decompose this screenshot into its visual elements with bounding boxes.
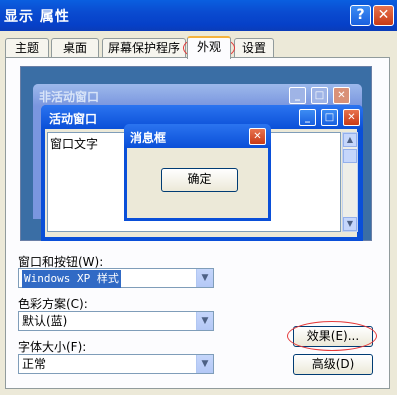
font-size-select[interactable]: 正常 ▼ [18,354,214,374]
chevron-down-icon[interactable]: ▼ [196,355,213,373]
help-button[interactable]: ? [350,5,371,26]
tab-theme[interactable]: 主题 [5,38,49,58]
chevron-down-icon[interactable]: ▼ [196,312,213,330]
maximize-icon: □ [311,87,328,104]
ok-button: 确定 [161,168,238,192]
tab-bar: 主题 桌面 屏幕保护程序 外观 设置 [0,36,397,59]
scrollbar: ▲ ▼ [342,132,358,232]
close-icon: ✕ [333,87,350,104]
minimize-icon: _ [289,87,306,104]
scroll-thumb [343,149,357,163]
font-size-label: 字体大小(F): [18,340,87,354]
tab-screensaver[interactable]: 屏幕保护程序 [102,38,186,58]
color-scheme-value: 默认(蓝) [22,314,68,328]
appearance-preview: 非活动窗口 _ □ ✕ 活动窗口 _ □ ✕ 窗口文字 ▲ ▼ 消息框 ✕ 确定 [20,66,372,241]
advanced-button[interactable]: 高级(D) [293,354,373,375]
message-box-preview: 消息框 ✕ 确定 [124,124,271,221]
effects-button[interactable]: 效果(E)... [293,326,373,347]
chevron-down-icon[interactable]: ▼ [196,269,213,287]
tab-settings[interactable]: 设置 [234,38,274,58]
minimize-icon: _ [299,109,316,126]
title-bar: 显示 属性 ? ✕ [0,0,397,31]
close-button[interactable]: ✕ [373,5,394,26]
font-size-value: 正常 [22,357,47,371]
window-title: 显示 属性 [4,9,70,25]
scroll-down-icon: ▼ [343,217,357,231]
close-icon: ✕ [249,128,266,145]
windows-buttons-value: Windows XP 样式 [22,270,121,288]
tab-appearance[interactable]: 外观 [187,36,231,59]
tab-desktop[interactable]: 桌面 [51,38,99,58]
close-icon: ✕ [343,109,360,126]
color-scheme-label: 色彩方案(C): [18,297,88,311]
color-scheme-select[interactable]: 默认(蓝) ▼ [18,311,214,331]
windows-buttons-select[interactable]: Windows XP 样式 ▼ [18,268,214,288]
maximize-icon: □ [321,109,338,126]
scroll-up-icon: ▲ [343,133,357,147]
message-box-body: 确定 [127,148,268,218]
